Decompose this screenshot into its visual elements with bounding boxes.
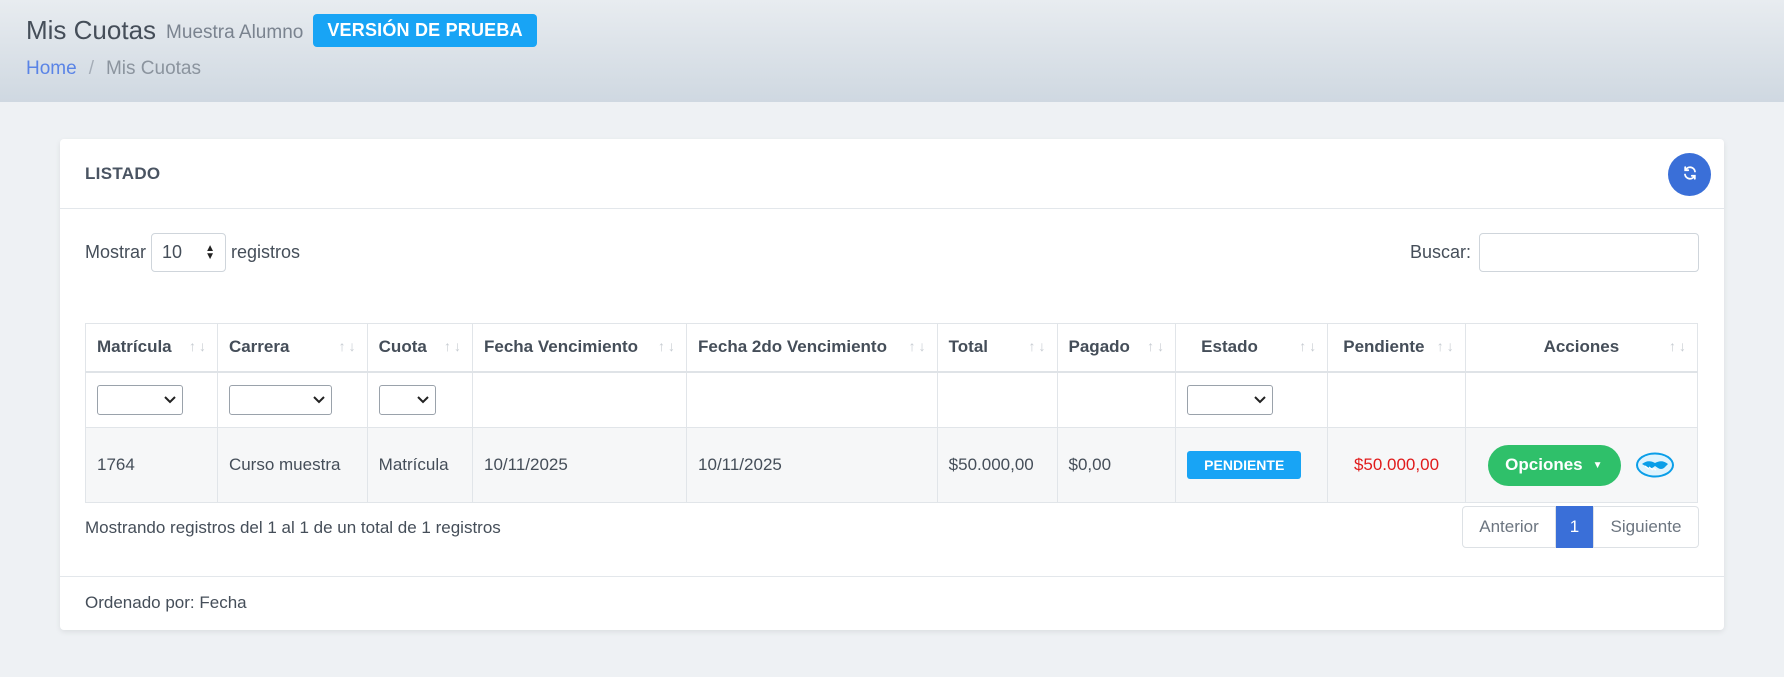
cell-pagado: $0,00 bbox=[1056, 427, 1177, 503]
sort-icon: ↑↓ bbox=[1028, 338, 1049, 354]
listado-card: LISTADO Mostrar 10 ▲▼ registros Buscar: bbox=[60, 139, 1724, 630]
sort-icon: ↑↓ bbox=[338, 338, 359, 354]
column-header-matricula[interactable]: Matrícula ↑↓ bbox=[85, 323, 218, 373]
sort-icon: ↑↓ bbox=[1669, 338, 1689, 354]
cell-fecha-2do-vencimiento: 10/11/2025 bbox=[686, 427, 938, 503]
page-subtitle: Muestra Alumno bbox=[166, 21, 304, 43]
updown-arrows-icon: ▲ ▼ bbox=[205, 242, 216, 262]
sort-icon: ↑↓ bbox=[908, 338, 929, 354]
table-info: Mostrando registros del 1 al 1 de un tot… bbox=[85, 518, 501, 537]
pagination-page-1[interactable]: 1 bbox=[1556, 506, 1593, 548]
search-label: Buscar: bbox=[1409, 242, 1471, 262]
page-header: Mis Cuotas Muestra Alumno VERSIÓN DE PRU… bbox=[0, 0, 1784, 102]
column-header-total[interactable]: Total ↑↓ bbox=[936, 323, 1058, 373]
chevron-down-icon bbox=[313, 396, 325, 404]
status-badge: PENDIENTE bbox=[1187, 451, 1302, 479]
refresh-icon bbox=[1682, 165, 1698, 184]
card-title: LISTADO bbox=[85, 164, 161, 183]
column-header-fecha-2do-vencimiento[interactable]: Fecha 2do Vencimiento ↑↓ bbox=[686, 323, 938, 373]
pagination-prev-button[interactable]: Anterior bbox=[1462, 506, 1556, 548]
column-header-carrera[interactable]: Carrera ↑↓ bbox=[216, 323, 368, 373]
column-header-acciones[interactable]: Acciones ↑↓ bbox=[1464, 323, 1699, 373]
title-row: Mis Cuotas Muestra Alumno VERSIÓN DE PRU… bbox=[26, 14, 537, 47]
breadcrumb-current: Mis Cuotas bbox=[105, 58, 201, 79]
filter-select-cuota[interactable] bbox=[378, 384, 436, 415]
card-header: LISTADO bbox=[60, 139, 1724, 209]
cell-total: $50.000,00 bbox=[936, 427, 1058, 503]
table-header-row: Matrícula ↑↓ Carrera ↑↓ Cuota ↑↓ Fecha Venc… bbox=[85, 323, 1699, 373]
filter-row bbox=[85, 371, 1699, 428]
chevron-down-icon bbox=[164, 396, 176, 404]
cuotas-table: Matrícula ↑↓ Carrera ↑↓ Cuota ↑↓ Fecha Venc… bbox=[85, 323, 1699, 503]
length-prefix: Mostrar bbox=[85, 242, 147, 262]
cell-carrera: Curso muestra bbox=[216, 427, 368, 503]
cell-cuota: Matrícula bbox=[366, 427, 474, 503]
chevron-down-icon bbox=[1254, 396, 1266, 404]
actions-group: Opciones ▼ bbox=[1477, 444, 1686, 486]
column-header-cuota[interactable]: Cuota ↑↓ bbox=[366, 323, 474, 373]
breadcrumb: Home / Mis Cuotas bbox=[26, 58, 201, 80]
caret-down-icon: ▼ bbox=[1592, 459, 1603, 471]
sort-info: Ordenado por: Fecha bbox=[85, 593, 247, 612]
cell-acciones: Opciones ▼ bbox=[1464, 427, 1699, 503]
column-header-pendiente[interactable]: Pendiente ↑↓ bbox=[1327, 323, 1466, 373]
search-control: Buscar: bbox=[1410, 233, 1699, 272]
pending-amount: $50.000,00 bbox=[1353, 455, 1440, 474]
column-header-estado[interactable]: Estado ↑↓ bbox=[1175, 323, 1329, 373]
cell-pendiente: $50.000,00 bbox=[1327, 427, 1466, 503]
column-header-pagado[interactable]: Pagado ↑↓ bbox=[1056, 323, 1177, 373]
page-title: Mis Cuotas bbox=[26, 15, 157, 45]
filter-select-matricula[interactable] bbox=[97, 384, 183, 415]
card-footer: Ordenado por: Fecha bbox=[60, 576, 1724, 630]
cell-estado: PENDIENTE bbox=[1175, 427, 1329, 503]
opciones-dropdown-button[interactable]: Opciones ▼ bbox=[1488, 444, 1621, 486]
pagination: Anterior 1 Siguiente bbox=[1462, 506, 1699, 548]
length-suffix: registros bbox=[231, 242, 301, 262]
column-header-fecha-vencimiento[interactable]: Fecha Vencimiento ↑↓ bbox=[471, 323, 688, 373]
sort-icon: ↑↓ bbox=[444, 338, 464, 354]
cell-fecha-vencimiento: 10/11/2025 bbox=[471, 427, 688, 503]
sort-icon: ↑↓ bbox=[1436, 338, 1457, 354]
opciones-label: Opciones bbox=[1505, 455, 1583, 474]
mercadopago-handshake-icon[interactable] bbox=[1635, 451, 1675, 479]
length-control: Mostrar 10 ▲ ▼ registros bbox=[85, 233, 300, 272]
cell-matricula: 1764 bbox=[85, 427, 218, 503]
sort-icon: ↑↓ bbox=[1147, 338, 1168, 354]
pagination-next-button[interactable]: Siguiente bbox=[1593, 506, 1699, 548]
trial-version-badge: VERSIÓN DE PRUEBA bbox=[313, 14, 537, 47]
search-input[interactable] bbox=[1479, 233, 1699, 272]
breadcrumb-separator: / bbox=[88, 58, 94, 79]
length-value: 10 bbox=[162, 242, 183, 262]
filter-select-estado[interactable] bbox=[1187, 384, 1274, 415]
breadcrumb-home-link[interactable]: Home bbox=[26, 58, 77, 80]
refresh-button[interactable] bbox=[1668, 153, 1711, 196]
sort-icon: ↑↓ bbox=[188, 338, 209, 354]
chevron-down-icon bbox=[416, 396, 429, 404]
table-row: 1764 Curso muestra Matrícula 10/11/2025 … bbox=[85, 427, 1699, 503]
sort-icon: ↑↓ bbox=[658, 338, 679, 354]
filter-select-carrera[interactable] bbox=[228, 384, 332, 415]
length-select[interactable]: 10 ▲ ▼ bbox=[151, 233, 227, 272]
sort-icon: ↑↓ bbox=[1299, 338, 1320, 354]
